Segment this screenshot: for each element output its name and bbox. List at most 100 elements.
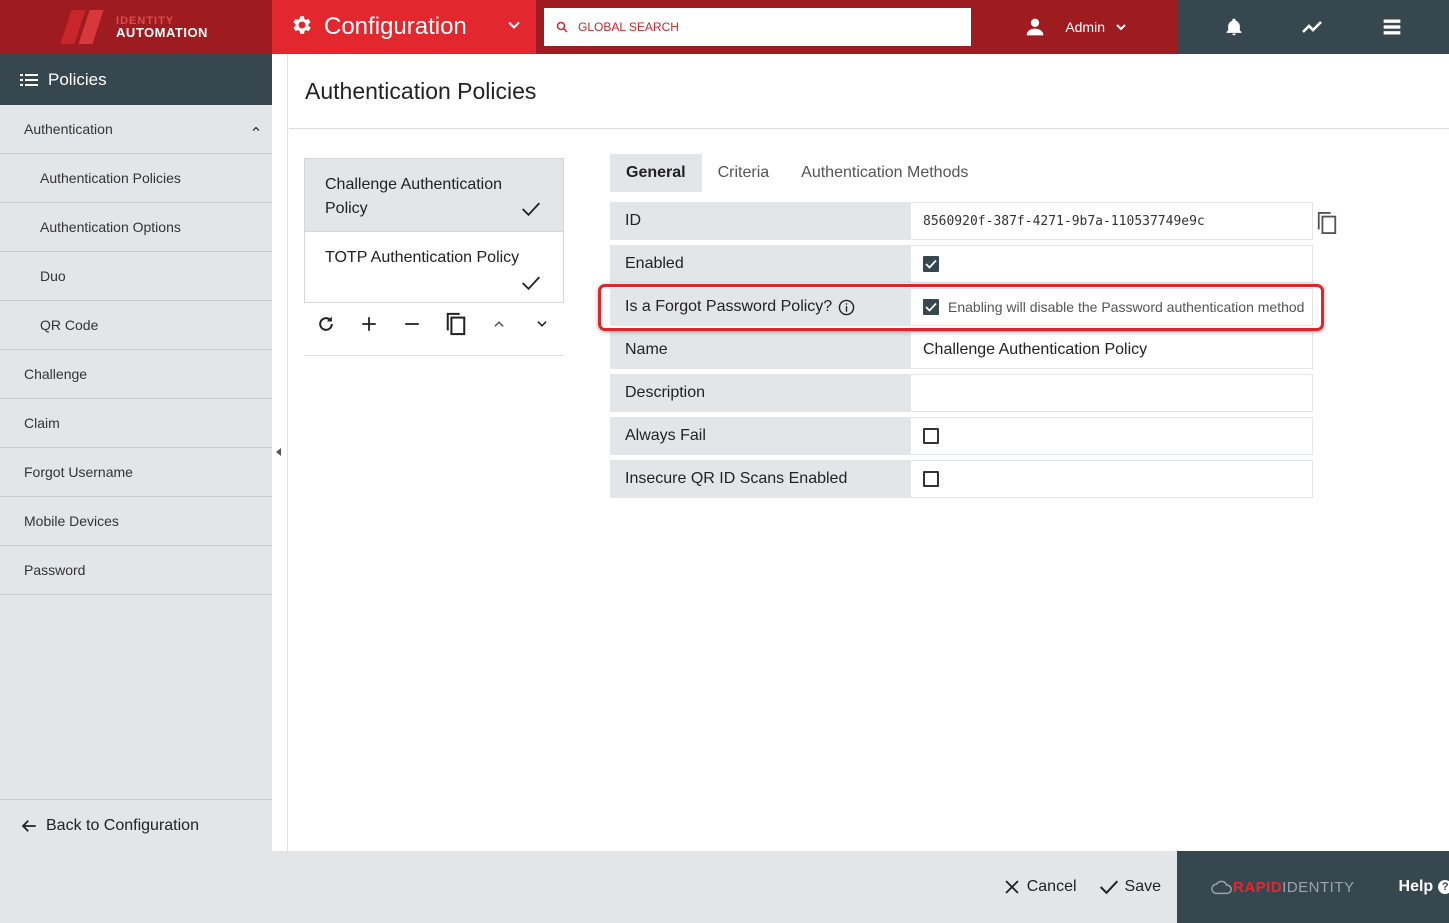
move-down-icon[interactable]: [530, 312, 554, 336]
tab-criteria[interactable]: Criteria: [702, 154, 786, 192]
field-label: Name: [610, 331, 911, 369]
check-icon: [1099, 880, 1118, 895]
footer-actions: Cancel Save: [0, 851, 1177, 923]
policy-item-label: TOTP Authentication Policy: [325, 249, 520, 266]
move-up-icon[interactable]: [487, 312, 511, 336]
sidebar-item-duo[interactable]: Duo: [0, 252, 272, 301]
sidebar-item-label: Forgot Username: [24, 464, 133, 480]
sidebar-item-claim[interactable]: Claim: [0, 399, 272, 448]
sidebar-item-label: QR Code: [40, 317, 99, 333]
help-label: Help: [1398, 878, 1434, 895]
search-icon: [556, 21, 568, 33]
field-label: Enabled: [610, 245, 911, 283]
user-menu[interactable]: Admin: [971, 17, 1177, 37]
sidebar-item-authentication-options[interactable]: Authentication Options: [0, 203, 272, 252]
save-button[interactable]: Save: [1099, 878, 1161, 896]
sidebar-item-challenge[interactable]: Challenge: [0, 350, 272, 399]
header-tools: [1177, 0, 1449, 54]
help-icon: ?: [1438, 880, 1449, 894]
forgot-password-checkbox[interactable]: [923, 299, 939, 315]
user-icon: [1026, 18, 1044, 36]
footer: Cancel Save RAPID IDENTITY Help ?: [0, 851, 1449, 923]
cancel-label: Cancel: [1026, 878, 1077, 895]
field-label: Description: [610, 374, 911, 412]
form-row-enabled: Enabled: [610, 245, 1313, 283]
info-icon[interactable]: [838, 299, 855, 316]
divider: [304, 355, 564, 356]
global-search-input[interactable]: [578, 20, 958, 34]
tab-general[interactable]: General: [610, 154, 702, 192]
remove-icon[interactable]: [400, 312, 424, 336]
check-icon: [925, 302, 937, 312]
detail-tabs: General Criteria Authentication Methods: [610, 154, 984, 192]
sidebar-item-mobile-devices[interactable]: Mobile Devices: [0, 497, 272, 546]
forgot-password-hint: Enabling will disable the Password authe…: [948, 299, 1305, 315]
close-icon: [1005, 880, 1019, 894]
enabled-checkbox[interactable]: [923, 256, 939, 272]
trending-icon[interactable]: [1301, 15, 1325, 39]
check-icon: [522, 276, 541, 291]
sidebar-item-label: Authentication Policies: [40, 170, 181, 186]
footer-brand: RAPID IDENTITY Help ?: [1177, 851, 1449, 923]
module-switcher[interactable]: Configuration: [272, 0, 536, 54]
gear-icon: [290, 13, 314, 42]
list-view-icon[interactable]: [1380, 15, 1404, 39]
user-name: Admin: [1065, 19, 1105, 35]
add-icon[interactable]: [357, 312, 381, 336]
policy-item-totp[interactable]: TOTP Authentication Policy: [305, 232, 563, 305]
policy-item-challenge[interactable]: Challenge Authentication Policy: [305, 159, 563, 232]
sidebar-title: Policies: [48, 69, 107, 89]
copy-icon[interactable]: [444, 312, 468, 336]
brand-line2: AUTOMATION: [116, 25, 208, 40]
field-label: Always Fail: [610, 417, 911, 455]
form-row-description: Description: [610, 374, 1313, 412]
cancel-button[interactable]: Cancel: [1003, 878, 1077, 896]
always-fail-checkbox[interactable]: [923, 428, 939, 444]
cloud-icon: [1211, 880, 1232, 895]
arrow-left-icon: [21, 819, 36, 832]
back-to-configuration-link[interactable]: Back to Configuration: [0, 799, 272, 851]
field-label: Is a Forgot Password Policy?: [625, 298, 833, 315]
description-field[interactable]: [911, 374, 1313, 412]
policy-list-toolbar: [304, 312, 564, 336]
sidebar-collapse-handle[interactable]: [272, 54, 288, 851]
sidebar-header: Policies: [0, 54, 272, 105]
policy-item-label: Challenge Authentication Policy: [325, 176, 503, 217]
form-row-name: Name Challenge Authentication Policy: [610, 331, 1313, 369]
sidebar-item-password[interactable]: Password: [0, 546, 272, 595]
field-label: ID: [610, 202, 911, 240]
page-title: Authentication Policies: [305, 78, 537, 104]
bell-icon[interactable]: [1222, 15, 1246, 39]
form-row-forgot-password: Is a Forgot Password Policy? Enabling wi…: [610, 288, 1313, 326]
sidebar-item-authentication[interactable]: Authentication: [0, 105, 272, 154]
sidebar-item-forgot-username[interactable]: Forgot Username: [0, 448, 272, 497]
main-content: Authentication Policies Challenge Authen…: [289, 54, 1449, 851]
help-button[interactable]: Help ?: [1399, 878, 1449, 896]
brand-logo[interactable]: IDENTITY AUTOMATION: [0, 0, 272, 54]
sidebar-item-label: Mobile Devices: [24, 513, 119, 529]
form-row-id: ID 8560920f-387f-4271-9b7a-110537749e9c: [610, 202, 1313, 240]
chevron-up-icon: [252, 126, 260, 131]
sidebar-item-label: Claim: [24, 415, 60, 431]
chevron-down-icon[interactable]: [504, 15, 524, 35]
copy-id-icon[interactable]: [1316, 210, 1338, 236]
module-title: Configuration: [324, 13, 467, 40]
back-link-label: Back to Configuration: [46, 816, 199, 834]
brand-mark-icon: [60, 10, 108, 44]
collapse-arrow-icon: [276, 448, 281, 456]
sidebar-item-qr-code[interactable]: QR Code: [0, 301, 272, 350]
insecure-qr-checkbox[interactable]: [923, 471, 939, 487]
policy-list: Challenge Authentication Policy TOTP Aut…: [304, 158, 564, 303]
tab-authentication-methods[interactable]: Authentication Methods: [785, 154, 984, 192]
save-label: Save: [1124, 878, 1161, 895]
refresh-icon[interactable]: [314, 312, 338, 336]
search-region: Admin: [536, 0, 1177, 54]
chevron-down-icon: [1116, 24, 1126, 31]
search-box[interactable]: [544, 8, 971, 46]
sidebar-item-authentication-policies[interactable]: Authentication Policies: [0, 154, 272, 203]
field-label: Insecure QR ID Scans Enabled: [610, 460, 911, 498]
check-icon: [522, 202, 541, 217]
sidebar: Policies Authentication Authentication P…: [0, 54, 272, 851]
sidebar-item-label: Password: [24, 562, 86, 578]
name-field[interactable]: Challenge Authentication Policy: [911, 331, 1313, 369]
